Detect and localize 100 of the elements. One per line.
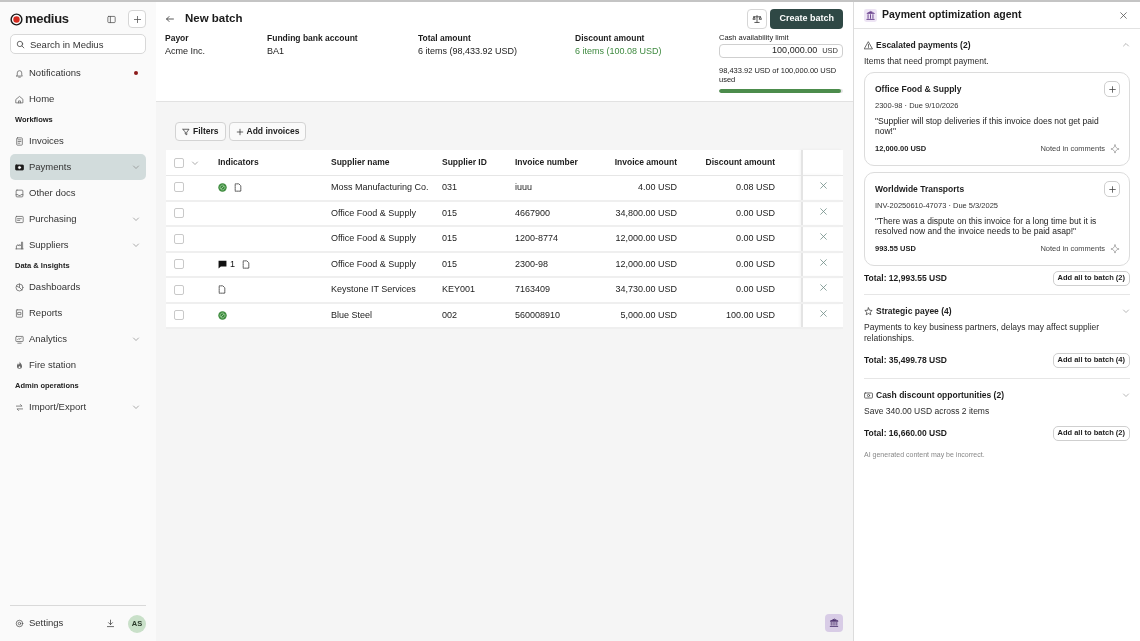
remove-button[interactable]: [818, 180, 828, 190]
close-icon: [818, 232, 828, 241]
column-header: Supplier name: [323, 150, 434, 175]
remove-button[interactable]: [818, 206, 828, 216]
seal-icon: [218, 183, 227, 192]
row-checkbox[interactable]: [174, 259, 184, 270]
table-cell: 34,800.00 USD: [590, 200, 685, 226]
new-button[interactable]: [128, 10, 146, 28]
quote-text: "There was a dispute on this invoice for a long time but it is resolved now and the invoice needs to be paid asap!": [875, 216, 1098, 236]
filters-button[interactable]: Filters: [175, 122, 226, 141]
remove-button[interactable]: [818, 308, 828, 318]
remove-button[interactable]: [818, 257, 828, 267]
download-icon[interactable]: [106, 619, 115, 628]
row-checkbox[interactable]: [174, 233, 184, 244]
row-checkbox[interactable]: [174, 208, 184, 219]
nav-item[interactable]: Reports: [10, 300, 146, 326]
table-cell: 0.00 USD: [685, 200, 783, 226]
logo-icon: [10, 12, 23, 26]
table-cell: 015: [434, 226, 507, 252]
quote-text: "Supplier will stop deliveries if this invoice does not get paid now!": [875, 116, 1100, 136]
table-cell: 5,000.00 USD: [590, 302, 685, 328]
dashed-document-icon: [218, 285, 226, 295]
table-cell: 560008910: [507, 302, 590, 328]
close-icon: [818, 206, 828, 216]
section-title: Strategic payee (4): [876, 304, 953, 318]
total-text: Total: 16,660.00 USD: [864, 426, 948, 440]
dashed-document-icon: [234, 183, 242, 192]
table-cell: Keystone IT Services: [323, 277, 434, 303]
nav-item[interactable]: Notifications: [10, 60, 146, 86]
table-cell: Moss Manufacturing Co.: [323, 175, 434, 201]
tray-icon: [15, 188, 24, 198]
row-checkbox[interactable]: [174, 310, 184, 321]
row-checkbox[interactable]: [174, 182, 184, 193]
table-cell: Blue Steel: [323, 302, 434, 328]
column-header: Supplier ID: [434, 150, 507, 175]
add-invoices-button[interactable]: Add invoices: [228, 122, 307, 141]
remove-button[interactable]: [818, 232, 828, 241]
nav-item[interactable]: Home: [10, 86, 146, 112]
arrows-icon: [15, 402, 24, 412]
panel-toggle-icon[interactable]: [107, 14, 116, 24]
nav-item[interactable]: Purchasing: [10, 206, 146, 232]
nav-item[interactable]: Dashboards: [10, 274, 146, 300]
remove-button[interactable]: [818, 283, 828, 292]
compare-button[interactable]: [747, 9, 768, 29]
add-button[interactable]: [1104, 81, 1120, 97]
agent-button[interactable]: [825, 614, 843, 632]
table-cell: 12,000.00 USD: [590, 226, 685, 252]
field-label: Payor: [165, 32, 190, 44]
nav-item[interactable]: Analytics: [10, 326, 146, 352]
create-batch-button[interactable]: Create batch: [770, 9, 843, 29]
comment-count: 1: [230, 257, 235, 271]
field-label: Total amount: [418, 32, 472, 44]
flame-icon: [15, 360, 24, 370]
presentation-icon: [15, 334, 24, 344]
filter-icon: [182, 127, 190, 136]
table-cell: 1200-8774: [507, 226, 590, 252]
chevron-up-icon[interactable]: [1122, 41, 1130, 49]
chevron-down-icon[interactable]: [1122, 307, 1130, 315]
sparkle-icon: [1110, 244, 1120, 254]
chevron-down-icon[interactable]: [1122, 391, 1130, 399]
column-header: Indicators: [210, 150, 323, 175]
table-cell: 002: [434, 302, 507, 328]
select-all-checkbox[interactable]: [174, 157, 184, 168]
table-cell: 100.00 USD: [685, 302, 783, 328]
nav-item[interactable]: Other docs: [10, 180, 146, 206]
supplier-name: Office Food & Supply: [875, 82, 963, 96]
page-title: New batch: [185, 11, 243, 27]
nav-item[interactable]: Invoices: [10, 128, 146, 154]
bank-icon: [864, 8, 877, 22]
settings-link[interactable]: Settings: [29, 616, 101, 631]
nav-item[interactable]: Payments: [10, 154, 146, 180]
row-checkbox[interactable]: [174, 284, 184, 295]
field-value: Acme Inc.: [165, 45, 206, 57]
table-cell: 7163409: [507, 277, 590, 303]
banknote-icon: [15, 162, 24, 172]
close-icon: [818, 180, 828, 190]
plus-icon: [1107, 84, 1117, 94]
table-cell: iuuu: [507, 175, 590, 201]
nav-item[interactable]: Suppliers: [10, 232, 146, 258]
plus-icon: [1107, 184, 1117, 194]
close-button[interactable]: [1119, 10, 1128, 20]
scale-icon: [752, 14, 763, 24]
table-cell: Office Food & Supply: [323, 200, 434, 226]
section-title: Cash discount opportunities (2): [876, 388, 1005, 402]
field-value: BA1: [267, 45, 285, 57]
section-description: Payments to key business partners, delays may affect supplier relationships.: [864, 322, 1101, 344]
search-field[interactable]: Search in Medius: [10, 34, 146, 54]
plus-icon: [235, 127, 244, 136]
chevron-down-icon[interactable]: [191, 158, 199, 167]
table-cell: 015: [434, 200, 507, 226]
dashed-document-icon: [242, 259, 250, 269]
seal-icon: [218, 310, 227, 320]
nav-item[interactable]: Fire station: [10, 352, 146, 378]
bank-icon: [829, 618, 839, 628]
nav-item[interactable]: Import/Export: [10, 394, 146, 420]
table-cell: 2300-98: [507, 251, 590, 277]
back-arrow-icon[interactable]: [165, 14, 175, 24]
add-button[interactable]: [1104, 181, 1120, 197]
table-cell: Office Food & Supply: [323, 226, 434, 252]
table-cell: 031: [434, 175, 507, 201]
